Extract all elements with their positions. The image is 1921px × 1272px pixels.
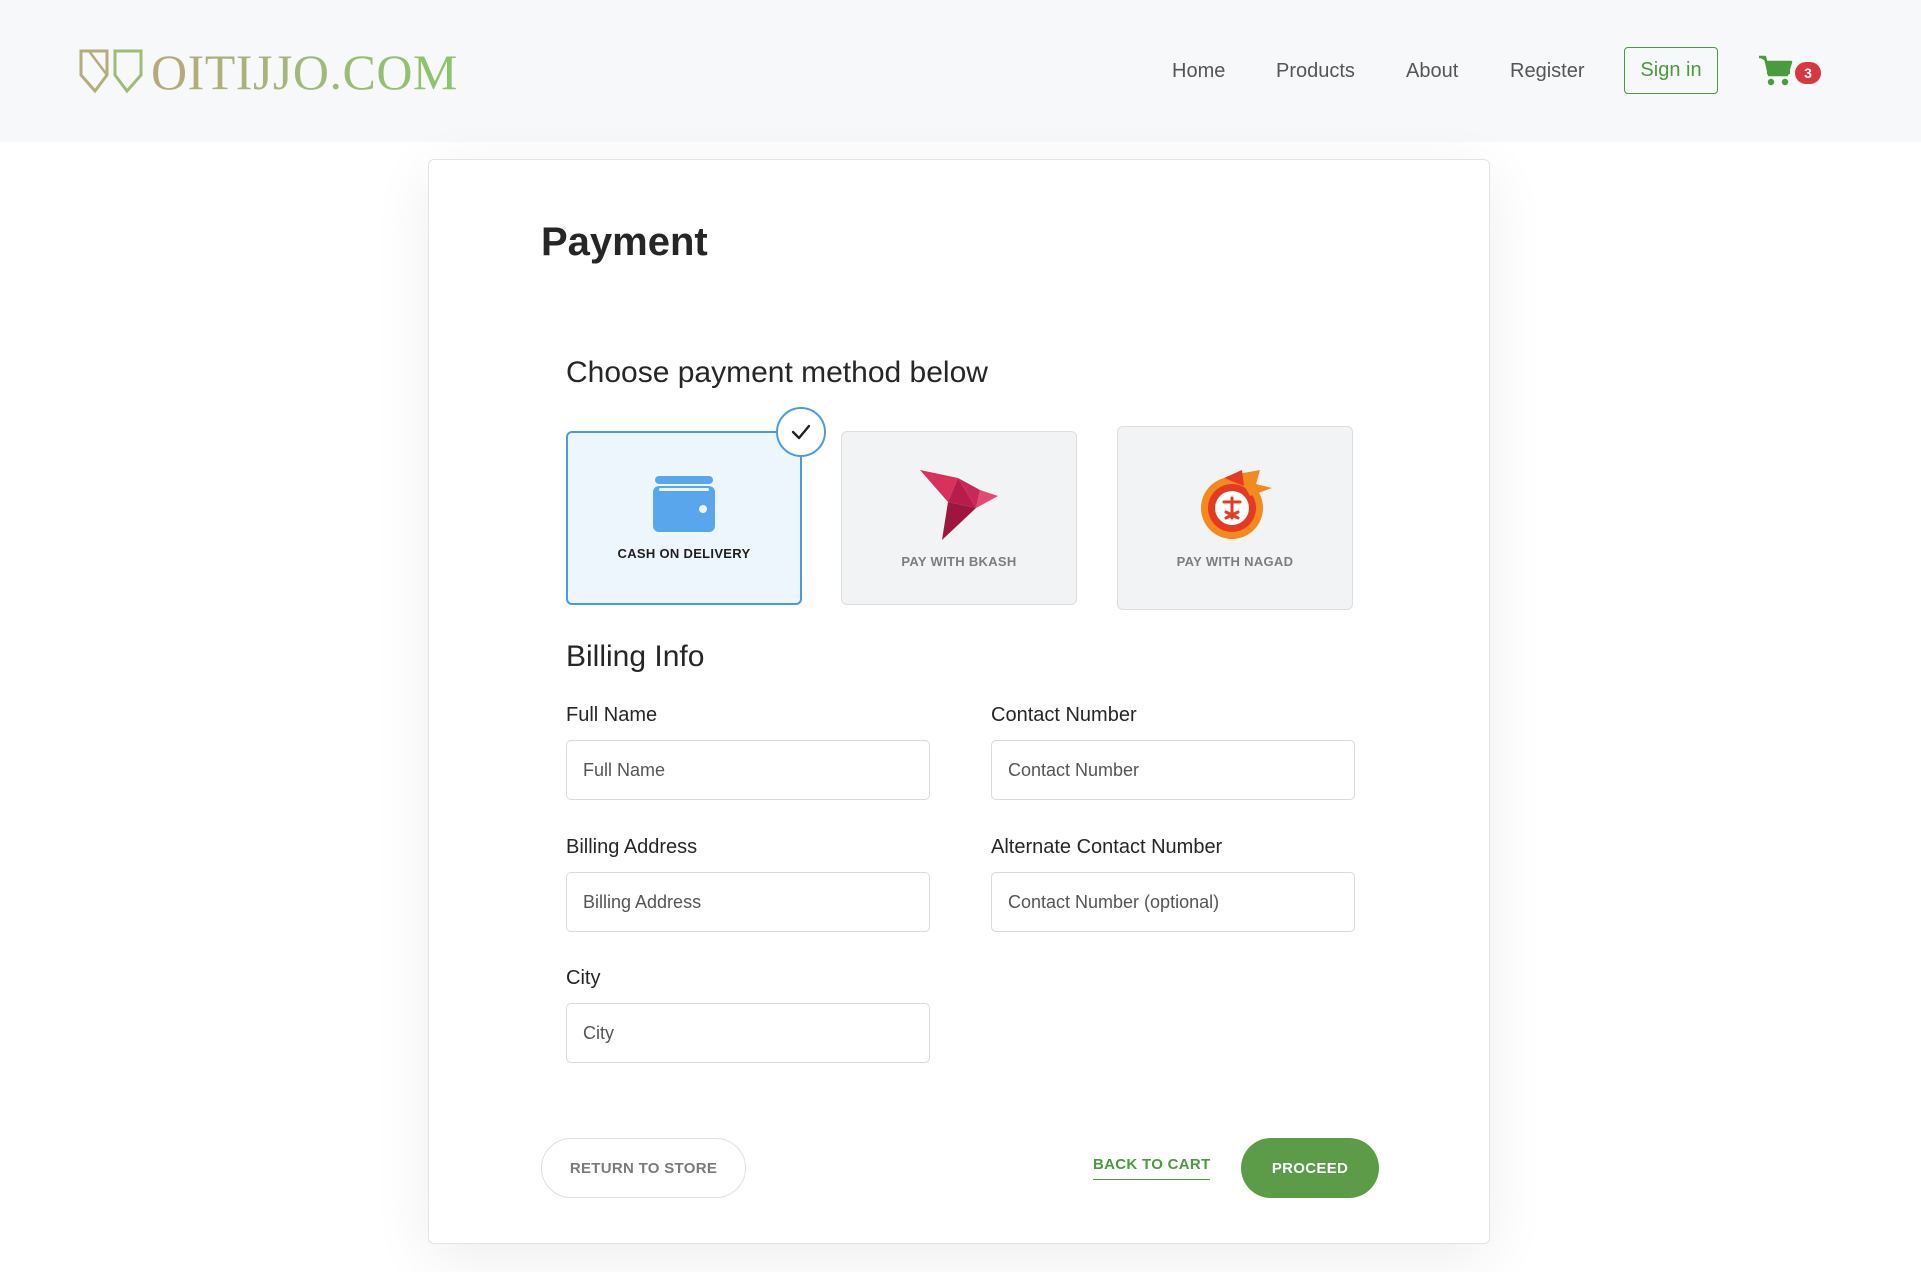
alternate-contact-label: Alternate Contact Number [991,836,1223,858]
city-input[interactable] [566,1003,930,1063]
brand-logo-link[interactable]: OITIJJO.COM [79,42,458,102]
cart-button[interactable]: 3 [1758,52,1828,92]
shopping-cart-icon [1759,55,1793,86]
alternate-contact-input[interactable] [991,872,1355,932]
proceed-button[interactable]: PROCEED [1241,1138,1379,1198]
return-to-store-button[interactable]: RETURN TO STORE [541,1138,746,1198]
wallet-icon [653,475,715,532]
payment-option-cod[interactable]: CASH ON DELIVERY [566,407,826,605]
contact-number-input[interactable] [991,740,1355,800]
nav-register[interactable]: Register [1510,48,1584,94]
full-name-input[interactable] [566,740,930,800]
nav-products[interactable]: Products [1276,48,1355,94]
brand-name: OITIJJO.COM [151,44,458,100]
bkash-logo-icon [920,469,998,540]
nagad-logo-icon [1201,469,1272,539]
brand-shield-icon [79,49,143,94]
top-header: OITIJJO.COM Home Products About Register… [0,0,1921,142]
billing-info-heading: Billing Info [566,640,705,673]
contact-number-label: Contact Number [991,704,1137,726]
back-to-cart-link[interactable]: BACK TO CART [1093,1156,1211,1180]
nav-about[interactable]: About [1406,48,1458,94]
nav-home[interactable]: Home [1172,48,1225,94]
page-title: Payment [541,220,708,264]
payment-option-bkash[interactable]: PAY WITH BKASH [841,431,1077,605]
sign-in-button[interactable]: Sign in [1624,47,1718,94]
payment-method-heading: Choose payment method below [566,356,988,389]
cart-count-badge: 3 [1795,62,1821,84]
payment-option-nagad[interactable]: PAY WITH NAGAD [1117,426,1353,610]
full-name-label: Full Name [566,704,658,726]
selected-check-icon [776,407,826,457]
payment-card: Payment Choose payment method below CASH… [428,159,1490,1244]
payment-option-label: PAY WITH NAGAD [1176,553,1294,569]
payment-option-label: CASH ON DELIVERY [617,545,751,561]
city-label: City [566,967,601,989]
billing-address-label: Billing Address [566,836,698,858]
payment-option-label: PAY WITH BKASH [901,553,1017,569]
billing-address-input[interactable] [566,872,930,932]
